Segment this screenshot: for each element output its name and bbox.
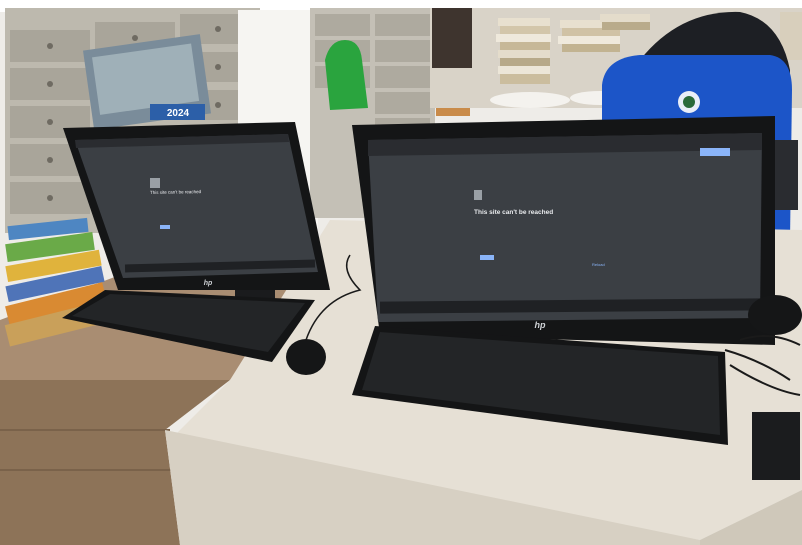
right-mouse xyxy=(748,295,802,335)
right-monitor: This site can't be reached Reload hp xyxy=(352,116,775,345)
dark-doorway xyxy=(432,8,472,68)
left-error-title: This site can't be reached xyxy=(150,189,202,195)
right-error-title: This site can't be reached xyxy=(474,209,553,216)
round-table xyxy=(490,92,570,108)
left-monitor-logo: hp xyxy=(204,280,213,287)
left-mouse xyxy=(286,339,326,375)
wall-calendar: 2024 xyxy=(83,34,211,130)
calendar-year: 2024 xyxy=(167,108,190,119)
photo-scene: 2024 This site can't be reached hp This … xyxy=(0,0,802,545)
right-monitor-logo: hp xyxy=(535,320,546,330)
right-reload-button: Reload xyxy=(592,262,605,267)
desk-device xyxy=(752,412,800,480)
right-monitor-screen xyxy=(368,133,762,322)
